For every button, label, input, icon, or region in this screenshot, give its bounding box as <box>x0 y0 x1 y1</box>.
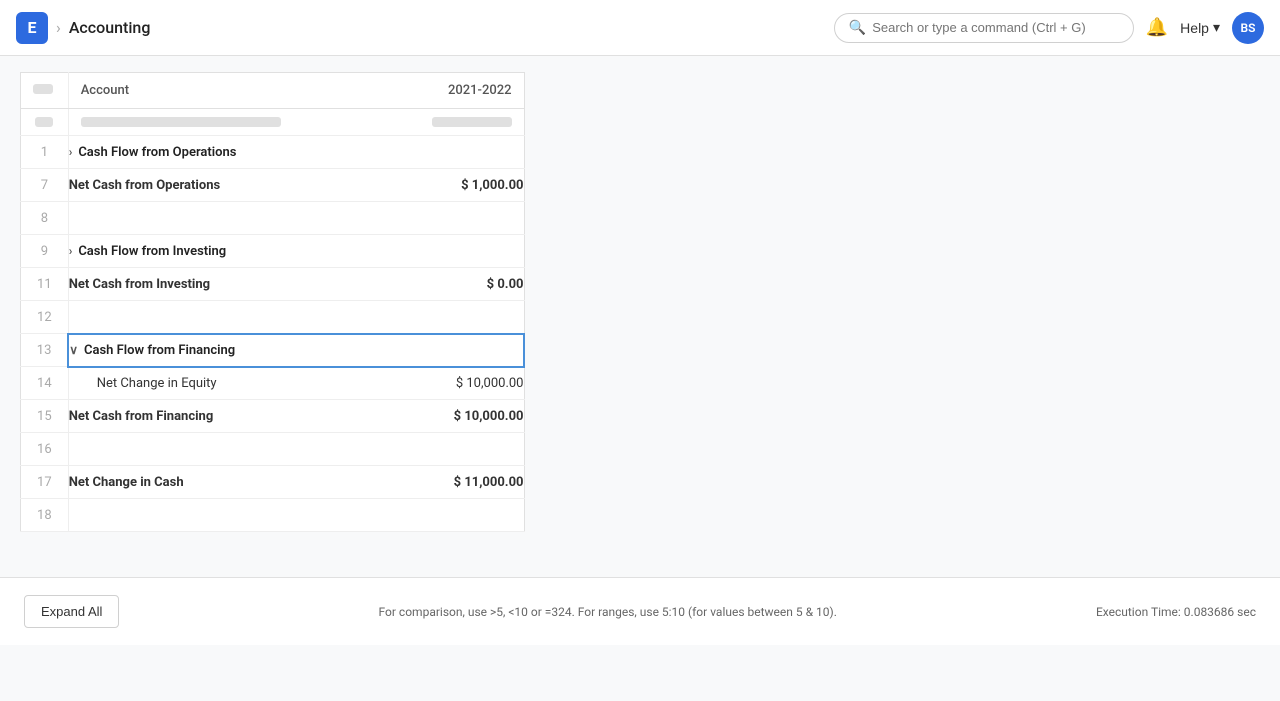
search-bar[interactable]: 🔍 <box>834 13 1134 43</box>
table-row: 17Net Change in Cash$ 11,000.00 <box>21 466 525 499</box>
row-number: 15 <box>21 400 69 433</box>
section-label: ›Cash Flow from Operations <box>69 145 237 160</box>
value-cell: $ 10,000.00 <box>376 400 524 433</box>
account-cell: Net Cash from Investing <box>68 268 375 301</box>
app-icon[interactable]: E <box>16 12 48 44</box>
chevron-down-icon: ▾ <box>1213 19 1220 36</box>
main-content: Account 2021-2022 1›Cash Flow from Opera… <box>0 56 1280 645</box>
value-cell <box>376 136 524 169</box>
row-number: 13 <box>21 334 69 367</box>
account-cell: Net Cash from Financing <box>68 400 375 433</box>
value-cell <box>376 499 524 532</box>
row-number: 8 <box>21 202 69 235</box>
section-label: ›Cash Flow from Investing <box>69 244 227 259</box>
chevron-icon: › <box>69 244 73 258</box>
table-row: 12 <box>21 301 525 334</box>
value-cell <box>376 433 524 466</box>
table-row: 18 <box>21 499 525 532</box>
avatar[interactable]: BS <box>1232 12 1264 44</box>
value-cell: $ 11,000.00 <box>376 466 524 499</box>
account-cell <box>68 202 375 235</box>
nav-left: E › Accounting <box>16 12 150 44</box>
account-cell <box>68 499 375 532</box>
table-row: 11Net Cash from Investing$ 0.00 <box>21 268 525 301</box>
search-icon: 🔍 <box>849 20 866 36</box>
row-number: 16 <box>21 433 69 466</box>
value-cell <box>376 235 524 268</box>
chevron-icon: › <box>69 145 73 159</box>
value-cell <box>376 301 524 334</box>
skeleton-account <box>68 109 375 136</box>
account-cell[interactable]: ›Cash Flow from Operations <box>68 136 375 169</box>
account-cell[interactable]: ∨Cash Flow from Financing <box>68 334 375 367</box>
bottom-bar: Expand All For comparison, use >5, <10 o… <box>0 577 1280 645</box>
row-number: 14 <box>21 367 69 400</box>
value-cell: $ 0.00 <box>376 268 524 301</box>
account-cell: Net Change in Cash <box>68 466 375 499</box>
expand-all-button[interactable]: Expand All <box>24 595 119 628</box>
table-row: 14Net Change in Equity$ 10,000.00 <box>21 367 525 400</box>
period-col-header: 2021-2022 <box>376 73 524 109</box>
row-number: 11 <box>21 268 69 301</box>
table-row: 15Net Cash from Financing$ 10,000.00 <box>21 400 525 433</box>
execution-time: Execution Time: 0.083686 sec <box>1096 605 1256 619</box>
account-col-header: Account <box>68 73 375 109</box>
account-cell: Net Change in Equity <box>68 367 375 400</box>
skeleton-value <box>376 109 524 136</box>
account-cell <box>68 433 375 466</box>
report-table: Account 2021-2022 1›Cash Flow from Opera… <box>20 72 525 532</box>
table-row: 9›Cash Flow from Investing <box>21 235 525 268</box>
footer-hint: For comparison, use >5, <10 or =324. For… <box>379 605 837 619</box>
page-title: Accounting <box>69 18 151 37</box>
row-number: 17 <box>21 466 69 499</box>
table-row: 16 <box>21 433 525 466</box>
row-number: 7 <box>21 169 69 202</box>
row-number: 12 <box>21 301 69 334</box>
chevron-icon: ∨ <box>69 343 78 357</box>
notification-bell-icon[interactable]: 🔔 <box>1146 17 1168 38</box>
value-cell <box>376 202 524 235</box>
value-cell: $ 1,000.00 <box>376 169 524 202</box>
topnav: E › Accounting 🔍 🔔 Help ▾ BS <box>0 0 1280 56</box>
row-number: 9 <box>21 235 69 268</box>
value-cell <box>376 334 524 367</box>
row-num-header <box>21 73 69 109</box>
account-cell[interactable]: ›Cash Flow from Investing <box>68 235 375 268</box>
table-row: 1›Cash Flow from Operations <box>21 136 525 169</box>
table-row: 7Net Cash from Operations$ 1,000.00 <box>21 169 525 202</box>
nav-right: 🔍 🔔 Help ▾ BS <box>834 12 1264 44</box>
search-input[interactable] <box>872 20 1119 35</box>
account-cell <box>68 301 375 334</box>
section-label: ∨Cash Flow from Financing <box>69 343 235 358</box>
value-cell: $ 10,000.00 <box>376 367 524 400</box>
table-row: 8 <box>21 202 525 235</box>
table-row: 13∨Cash Flow from Financing <box>21 334 525 367</box>
breadcrumb-separator: › <box>56 18 61 37</box>
account-cell: Net Cash from Operations <box>68 169 375 202</box>
row-number: 1 <box>21 136 69 169</box>
skeleton-row-num <box>21 109 69 136</box>
row-number: 18 <box>21 499 69 532</box>
help-button[interactable]: Help ▾ <box>1180 19 1220 36</box>
